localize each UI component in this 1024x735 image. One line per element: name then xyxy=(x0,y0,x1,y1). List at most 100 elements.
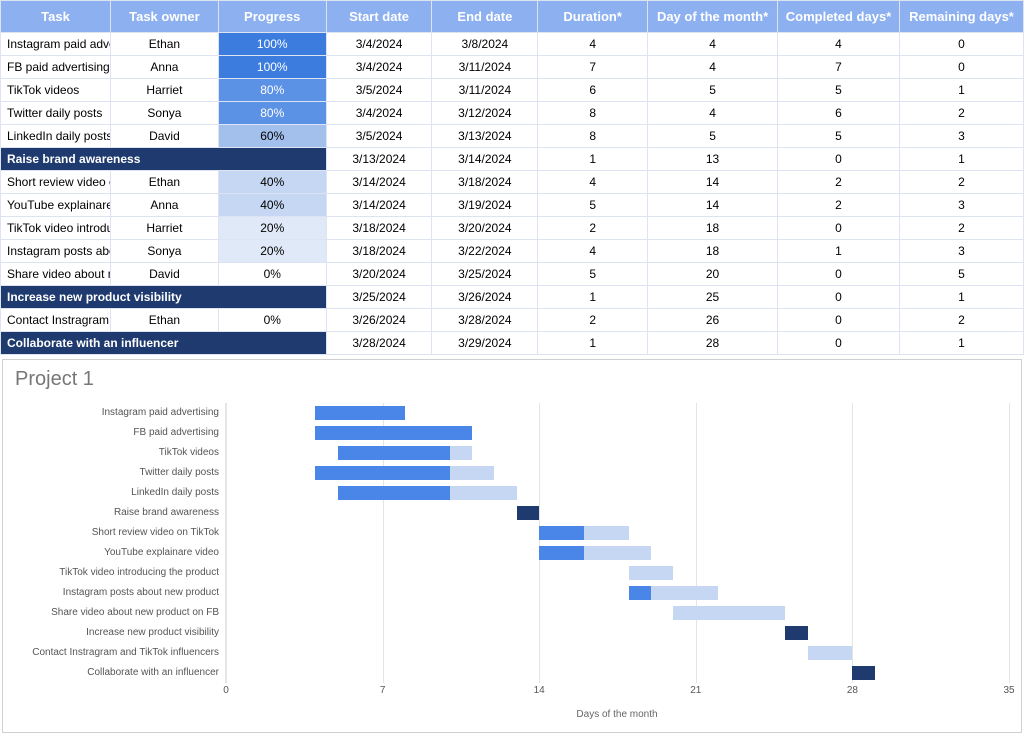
milestone-name: Collaborate with an influencer xyxy=(1,332,327,355)
cell-rem: 2 xyxy=(899,217,1023,240)
cell-task: FB paid advertising xyxy=(1,56,111,79)
cell-progress: 80% xyxy=(218,102,326,125)
gantt-bar-completed xyxy=(315,426,472,440)
chart-row-label: Collaborate with an influencer xyxy=(15,663,219,683)
cell-task: Short review video on TikTok xyxy=(1,171,111,194)
table-row[interactable]: Share video about new product on FBDavid… xyxy=(1,263,1024,286)
cell-comp: 0 xyxy=(778,263,900,286)
cell-owner: Ethan xyxy=(110,33,218,56)
cell-task: YouTube explainare video xyxy=(1,194,111,217)
table-row[interactable]: Instagram paid advertisingEthan100%3/4/2… xyxy=(1,33,1024,56)
gantt-bar-milestone xyxy=(852,666,874,680)
cell-comp: 4 xyxy=(778,33,900,56)
cell-comp: 5 xyxy=(778,79,900,102)
chart-row-label: Contact Instragram and TikTok influencer… xyxy=(15,643,219,663)
cell-task: TikTok videos xyxy=(1,79,111,102)
cell-duration: 7 xyxy=(538,56,648,79)
cell-owner: David xyxy=(110,263,218,286)
cell-start: 3/26/2024 xyxy=(326,309,432,332)
chart-y-labels: Instagram paid advertisingFB paid advert… xyxy=(15,403,225,683)
cell-duration: 4 xyxy=(538,33,648,56)
th-owner: Task owner xyxy=(110,1,218,33)
table-row[interactable]: Instagram posts about new productSonya20… xyxy=(1,240,1024,263)
x-axis-ticks: 0714212835 xyxy=(226,685,1009,701)
grid-line xyxy=(852,403,853,683)
cell-rem: 2 xyxy=(899,102,1023,125)
table-row[interactable]: Increase new product visibility3/25/2024… xyxy=(1,286,1024,309)
x-tick: 35 xyxy=(1003,685,1014,696)
th-rem: Remaining days* xyxy=(899,1,1023,33)
cell-comp: 0 xyxy=(778,217,900,240)
cell-task: TikTok video introducing the product xyxy=(1,217,111,240)
cell-start: 3/4/2024 xyxy=(326,102,432,125)
cell-dom: 18 xyxy=(648,240,778,263)
cell-dom: 14 xyxy=(648,194,778,217)
cell-rem: 1 xyxy=(899,286,1023,309)
cell-rem: 1 xyxy=(899,79,1023,102)
cell-dom: 13 xyxy=(648,148,778,171)
cell-dom: 4 xyxy=(648,56,778,79)
milestone-name: Increase new product visibility xyxy=(1,286,327,309)
table-row[interactable]: Raise brand awareness3/13/20243/14/20241… xyxy=(1,148,1024,171)
gantt-bar-remaining xyxy=(673,606,785,620)
cell-duration: 6 xyxy=(538,79,648,102)
cell-duration: 1 xyxy=(538,332,648,355)
cell-end: 3/28/2024 xyxy=(432,309,538,332)
gantt-bar-completed xyxy=(338,446,450,460)
cell-end: 3/19/2024 xyxy=(432,194,538,217)
cell-start: 3/14/2024 xyxy=(326,194,432,217)
cell-end: 3/8/2024 xyxy=(432,33,538,56)
grid-line xyxy=(383,403,384,683)
table-row[interactable]: Collaborate with an influencer3/28/20243… xyxy=(1,332,1024,355)
gantt-bar-completed xyxy=(629,586,651,600)
x-tick: 14 xyxy=(534,685,545,696)
table-header-row: Task Task owner Progress Start date End … xyxy=(1,1,1024,33)
cell-duration: 1 xyxy=(538,148,648,171)
cell-rem: 1 xyxy=(899,332,1023,355)
cell-rem: 3 xyxy=(899,240,1023,263)
cell-dom: 26 xyxy=(648,309,778,332)
table-row[interactable]: TikTok videosHarriet80%3/5/20243/11/2024… xyxy=(1,79,1024,102)
cell-dom: 20 xyxy=(648,263,778,286)
cell-end: 3/29/2024 xyxy=(432,332,538,355)
chart-row-label: Share video about new product on FB xyxy=(15,603,219,623)
table-row[interactable]: FB paid advertisingAnna100%3/4/20243/11/… xyxy=(1,56,1024,79)
cell-comp: 5 xyxy=(778,125,900,148)
cell-start: 3/4/2024 xyxy=(326,33,432,56)
cell-duration: 2 xyxy=(538,217,648,240)
cell-owner: Ethan xyxy=(110,309,218,332)
cell-owner: Anna xyxy=(110,194,218,217)
chart-row-label: YouTube explainare video xyxy=(15,543,219,563)
table-row[interactable]: Twitter daily postsSonya80%3/4/20243/12/… xyxy=(1,102,1024,125)
cell-end: 3/14/2024 xyxy=(432,148,538,171)
cell-task: Instagram posts about new product xyxy=(1,240,111,263)
cell-progress: 100% xyxy=(218,56,326,79)
gantt-bar-completed xyxy=(539,546,584,560)
th-start: Start date xyxy=(326,1,432,33)
chart-row-label: TikTok videos xyxy=(15,443,219,463)
table-row[interactable]: Short review video on TikTokEthan40%3/14… xyxy=(1,171,1024,194)
cell-dom: 25 xyxy=(648,286,778,309)
chart-plot-area: 0714212835 xyxy=(225,403,1009,683)
table-row[interactable]: LinkedIn daily postsDavid60%3/5/20243/13… xyxy=(1,125,1024,148)
cell-dom: 4 xyxy=(648,102,778,125)
cell-progress: 40% xyxy=(218,171,326,194)
cell-comp: 0 xyxy=(778,309,900,332)
cell-progress: 40% xyxy=(218,194,326,217)
table-row[interactable]: YouTube explainare videoAnna40%3/14/2024… xyxy=(1,194,1024,217)
table-row[interactable]: Contact Instragram and TikTok influencer… xyxy=(1,309,1024,332)
cell-end: 3/25/2024 xyxy=(432,263,538,286)
chart-row-label: LinkedIn daily posts xyxy=(15,483,219,503)
grid-line xyxy=(539,403,540,683)
x-tick: 21 xyxy=(690,685,701,696)
th-duration: Duration* xyxy=(538,1,648,33)
cell-end: 3/11/2024 xyxy=(432,79,538,102)
chart-row-label: FB paid advertising xyxy=(15,423,219,443)
cell-progress: 0% xyxy=(218,309,326,332)
table-row[interactable]: TikTok video introducing the productHarr… xyxy=(1,217,1024,240)
tasks-table: Task Task owner Progress Start date End … xyxy=(0,0,1024,355)
cell-end: 3/18/2024 xyxy=(432,171,538,194)
cell-dom: 18 xyxy=(648,217,778,240)
cell-end: 3/12/2024 xyxy=(432,102,538,125)
cell-owner: Harriet xyxy=(110,79,218,102)
